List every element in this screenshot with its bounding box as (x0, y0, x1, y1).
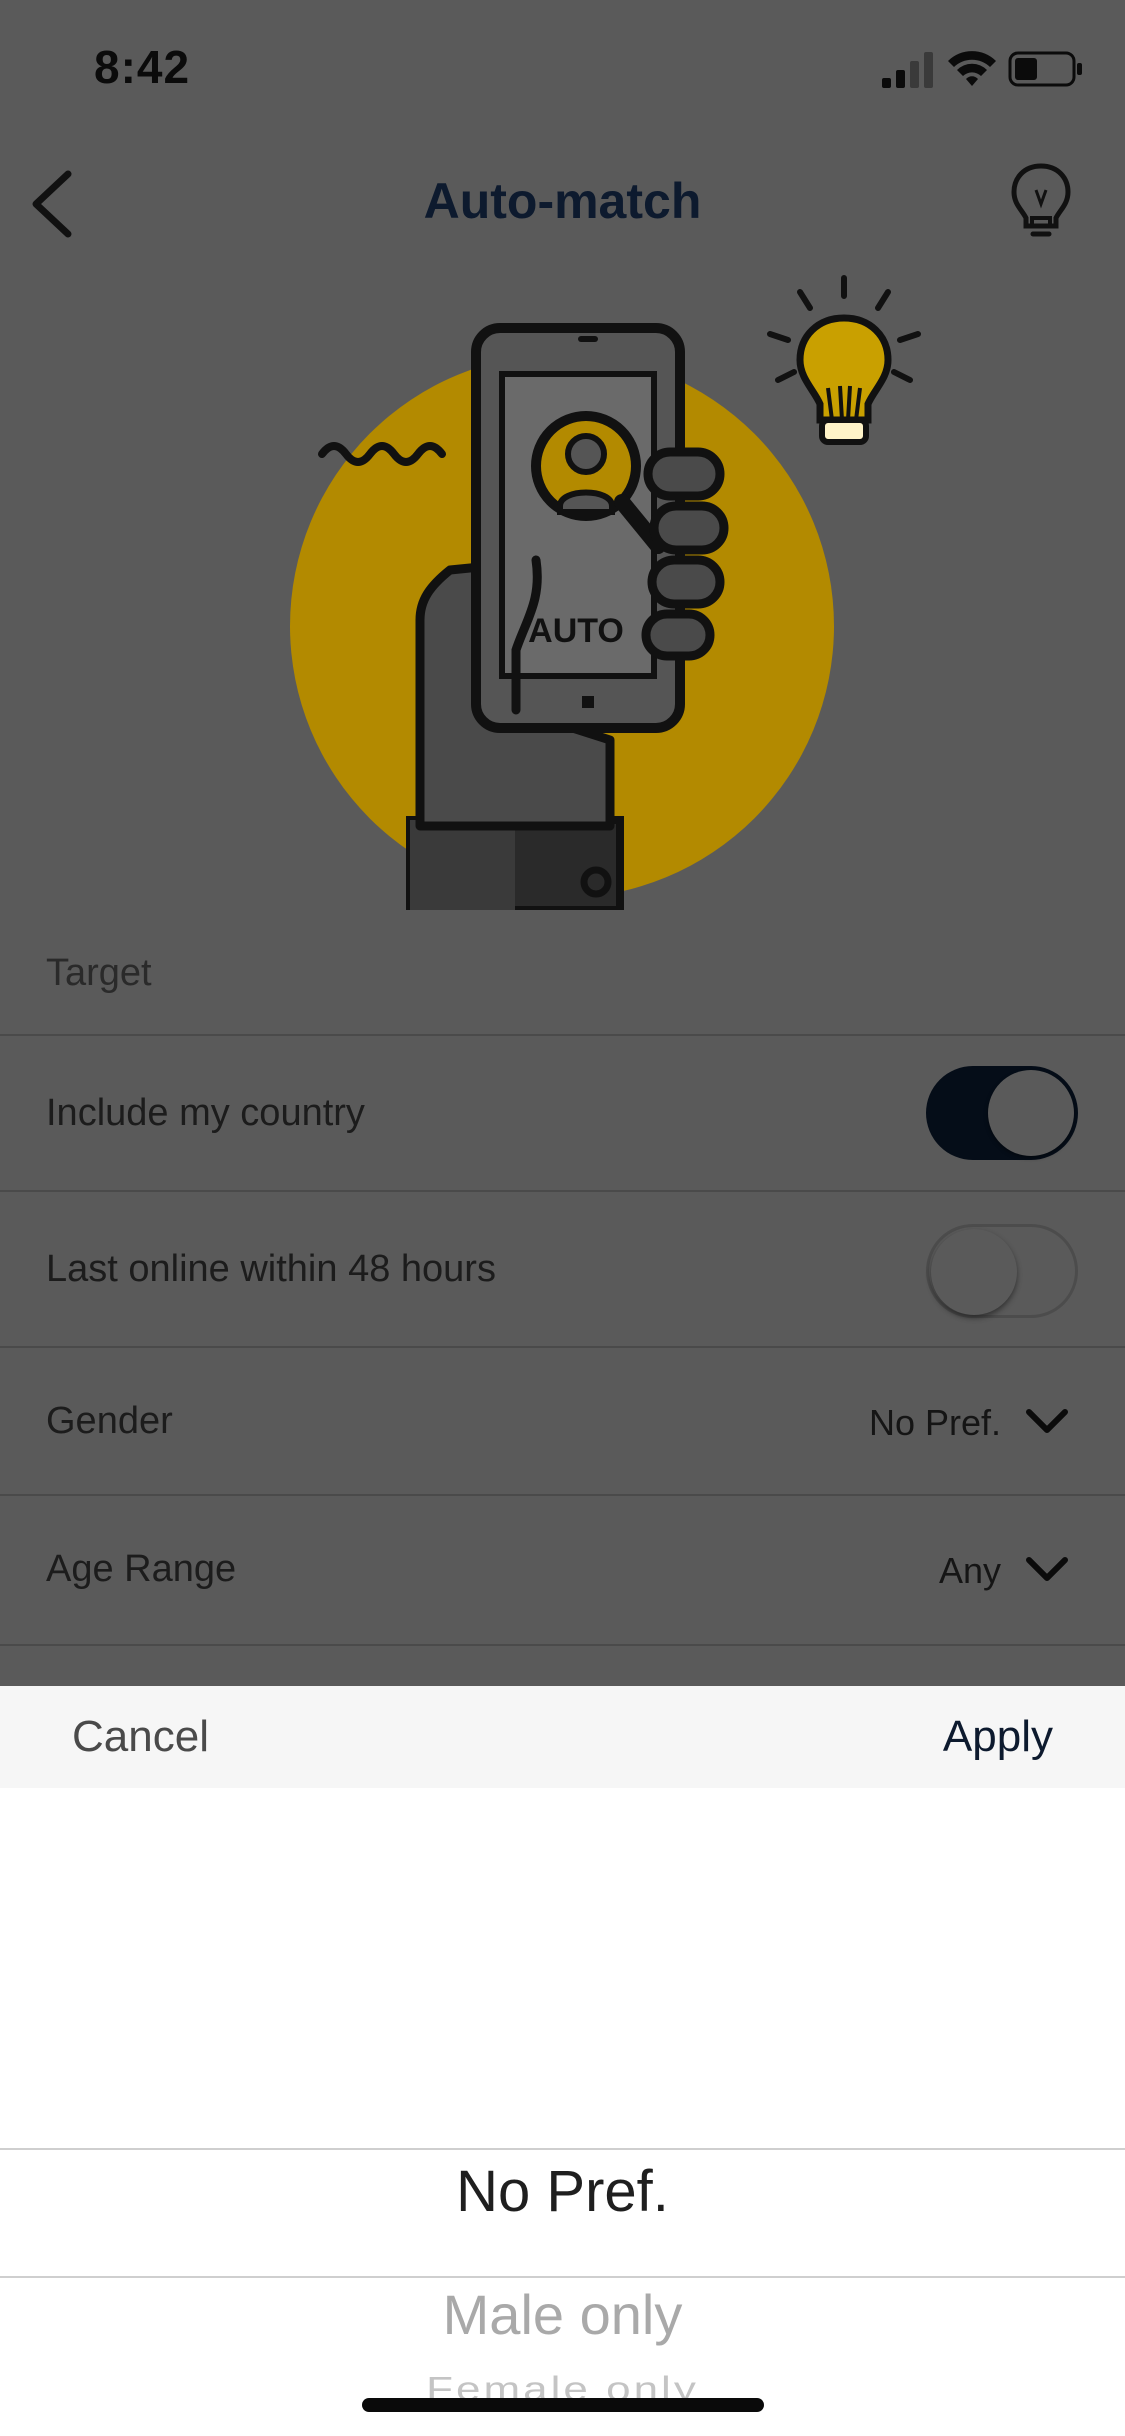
toggle-knob (931, 1229, 1017, 1315)
toggle-knob (988, 1070, 1074, 1156)
section-label-target: Target (46, 952, 152, 994)
navigation-bar: Auto-match (0, 140, 1125, 260)
age-range-row[interactable]: Age Range Any (0, 1494, 1125, 1650)
gender-value: No Pref. (868, 1402, 1001, 1443)
picker-toolbar: Cancel Apply (0, 1686, 1125, 1788)
illustration-screen-text: AUTO (528, 612, 624, 650)
cellular-signal-icon (882, 52, 933, 88)
home-indicator[interactable] (362, 2398, 764, 2412)
picker-selection-bottom-line (0, 2276, 1125, 2278)
gender-label: Gender (46, 1400, 173, 1442)
last-online-label: Last online within 48 hours (46, 1248, 496, 1290)
gender-picker-sheet: Cancel Apply No Pref. Male only Female o… (0, 1686, 1125, 2436)
include-country-label: Include my country (46, 1092, 365, 1134)
wifi-icon (948, 51, 996, 86)
include-country-toggle[interactable] (926, 1066, 1078, 1160)
chevron-down-icon (1026, 1557, 1068, 1581)
auto-match-screen: 8:42 Auto-match AUTO Target Include my c… (0, 0, 1125, 1690)
auto-match-illustration: AUTO (290, 275, 921, 910)
age-range-label: Age Range (46, 1548, 237, 1590)
status-time: 8:42 (94, 41, 191, 93)
last-online-row: Last online within 48 hours (0, 1190, 1125, 1346)
chevron-down-icon (1026, 1409, 1068, 1433)
battery-icon (1008, 51, 1082, 87)
picker-option-selected[interactable]: No Pref. (0, 2158, 1125, 2225)
include-country-row: Include my country (0, 1034, 1125, 1190)
status-bar: 8:42 (0, 0, 1125, 140)
cancel-button[interactable]: Cancel (72, 1712, 209, 1762)
apply-button[interactable]: Apply (943, 1712, 1053, 1762)
lightbulb-idea-icon (767, 275, 921, 445)
age-range-value: Any (938, 1550, 1001, 1591)
last-online-toggle[interactable] (926, 1224, 1078, 1318)
picker-option[interactable]: Male only (0, 2282, 1125, 2347)
gender-picker-wheel[interactable]: No Pref. Male only Female only (0, 1788, 1125, 2436)
gender-row[interactable]: Gender No Pref. (0, 1346, 1125, 1494)
divider (0, 1644, 1125, 1646)
lightbulb-tip-icon[interactable] (1006, 160, 1076, 244)
picker-selection-top-line (0, 2148, 1125, 2150)
page-title: Auto-match (423, 173, 702, 229)
